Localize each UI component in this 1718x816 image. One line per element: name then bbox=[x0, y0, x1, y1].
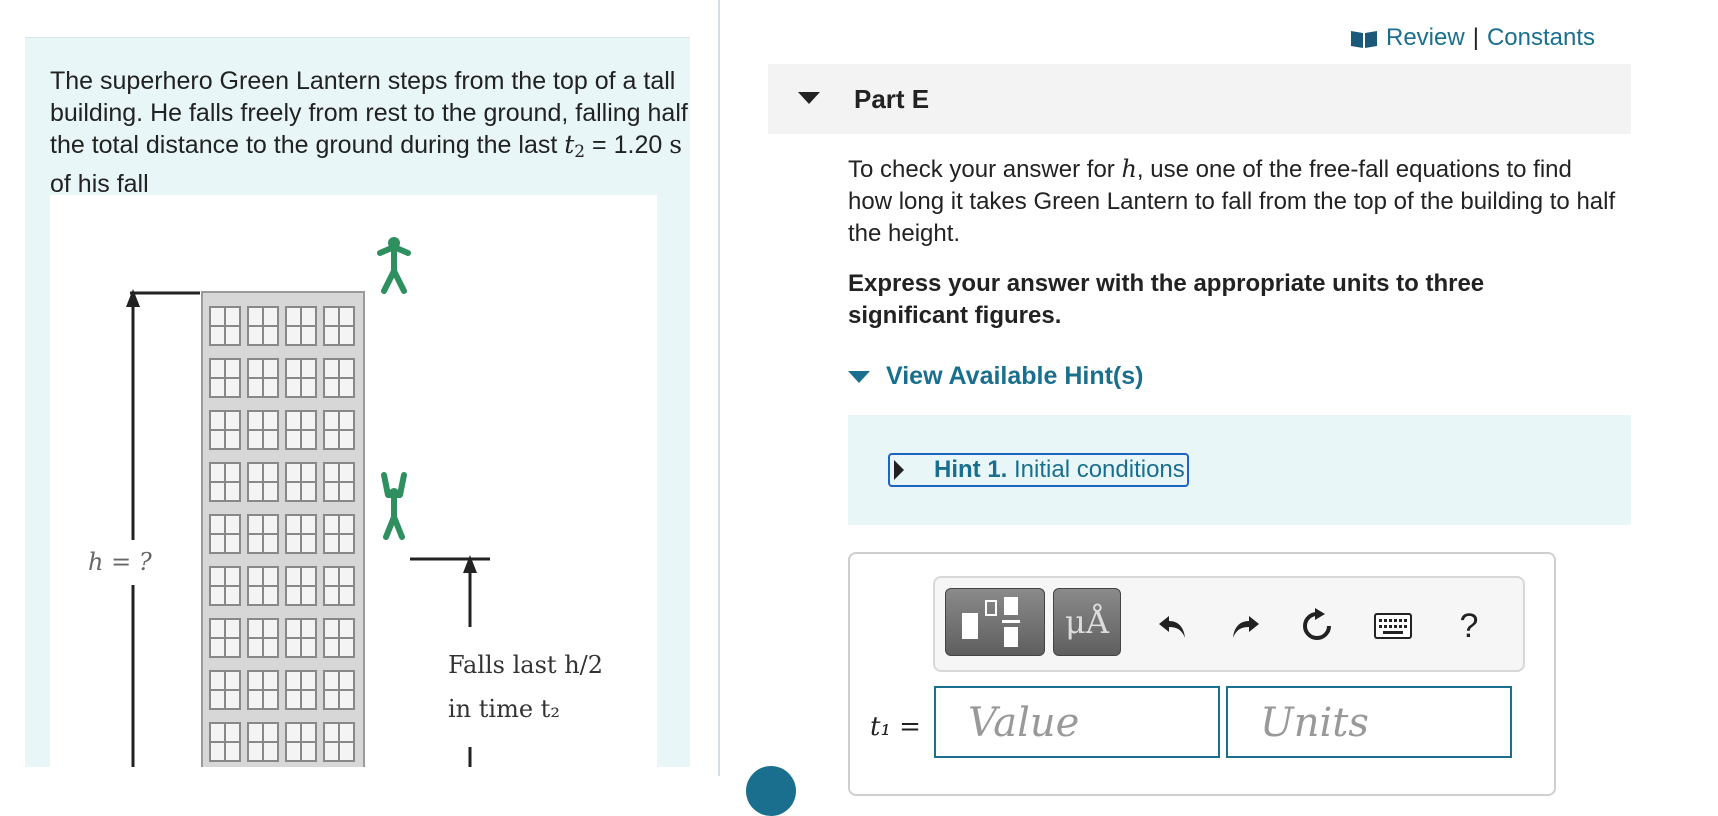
templates-button[interactable] bbox=[945, 588, 1045, 656]
hint-caret-icon bbox=[848, 370, 870, 383]
problem-panel: The superhero Green Lantern steps from t… bbox=[25, 37, 690, 767]
undo-icon[interactable] bbox=[1153, 606, 1193, 646]
hint-number: Hint 1. bbox=[934, 456, 1008, 483]
collapse-caret-icon[interactable] bbox=[798, 92, 820, 104]
keyboard-icon[interactable] bbox=[1373, 606, 1413, 646]
hint-box: Hint 1. Initial conditions bbox=[848, 415, 1631, 525]
h-symbol: h bbox=[1121, 155, 1137, 183]
view-hints-toggle[interactable]: View Available Hint(s) bbox=[848, 362, 1143, 391]
view-hints-label: View Available Hint(s) bbox=[886, 362, 1144, 390]
instructions: To check your answer for h, use one of t… bbox=[848, 155, 1616, 247]
panel-divider bbox=[718, 0, 720, 776]
building-diagram: h = ? Falls last h/2 in time t₂ bbox=[88, 237, 603, 767]
units-input[interactable]: Units bbox=[1226, 686, 1512, 758]
part-title: Part E bbox=[854, 84, 930, 114]
feedback-button[interactable] bbox=[746, 766, 796, 816]
link-separator: | bbox=[1472, 24, 1479, 51]
reset-icon[interactable] bbox=[1297, 606, 1337, 646]
value-input[interactable]: Value bbox=[934, 686, 1220, 758]
t1-label: t₁ = bbox=[870, 712, 921, 742]
expand-arrow-icon bbox=[894, 460, 904, 480]
book-icon bbox=[1350, 28, 1378, 48]
units-button[interactable]: μÅ bbox=[1053, 588, 1121, 656]
falls-label-line1: Falls last h/2 bbox=[448, 651, 603, 679]
help-button[interactable]: ? bbox=[1449, 606, 1489, 646]
problem-statement: The superhero Green Lantern steps from t… bbox=[50, 67, 688, 198]
express-instruction: Express your answer with the appropriate… bbox=[848, 270, 1485, 329]
t2-symbol: t2 bbox=[564, 130, 586, 162]
part-header[interactable]: Part E bbox=[768, 64, 1631, 134]
h-label: h = ? bbox=[88, 548, 152, 576]
hint-1-link[interactable]: Hint 1. Initial conditions bbox=[888, 453, 1189, 487]
constants-link[interactable]: Constants bbox=[1487, 24, 1595, 52]
redo-icon[interactable] bbox=[1225, 606, 1265, 646]
answer-box: μÅ ? t₁ = Value Units bbox=[848, 552, 1556, 796]
hint-title: Initial conditions bbox=[1014, 456, 1185, 483]
review-link[interactable]: Review bbox=[1386, 24, 1465, 52]
math-toolbar: μÅ ? bbox=[933, 576, 1525, 672]
green-lantern-top bbox=[377, 237, 411, 294]
falls-label-line2: in time t₂ bbox=[448, 695, 560, 723]
building-figure: h = ? Falls last h/2 in time t₂ bbox=[50, 195, 657, 767]
green-lantern-falling bbox=[381, 472, 407, 540]
header-links: Review | Constants bbox=[1350, 24, 1595, 52]
